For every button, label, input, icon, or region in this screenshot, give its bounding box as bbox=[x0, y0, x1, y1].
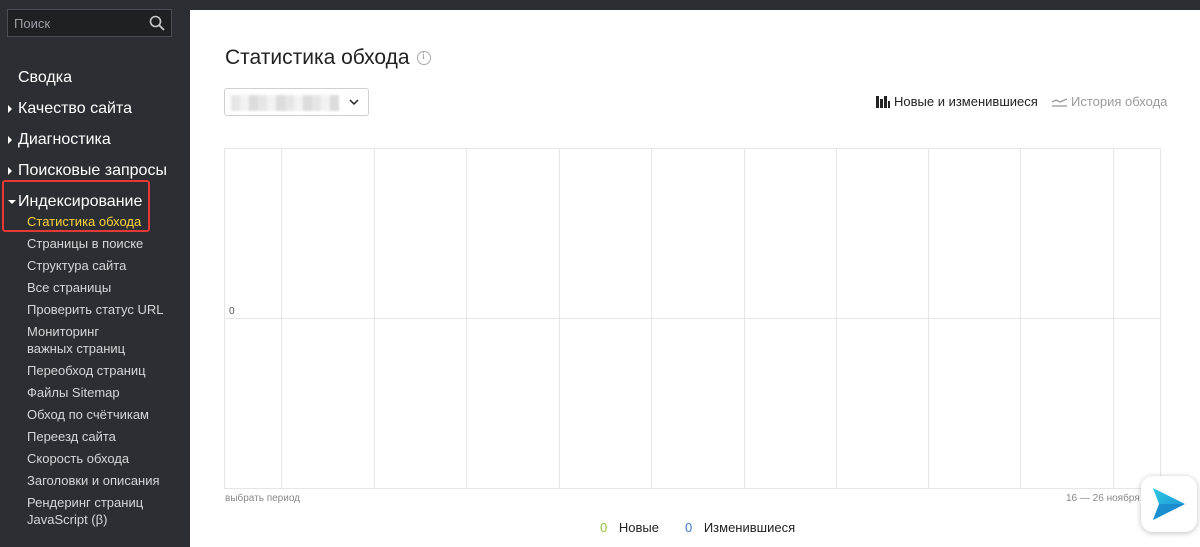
tab-label: История обхода bbox=[1071, 94, 1168, 109]
submenu-item-monitoring[interactable]: Мониторинг важных страниц bbox=[0, 321, 190, 357]
submenu-item-site-move[interactable]: Переезд сайта bbox=[0, 426, 190, 448]
submenu-item-all-pages[interactable]: Все страницы bbox=[0, 277, 190, 299]
submenu-item-label: Мониторинг bbox=[27, 324, 100, 339]
site-select[interactable] bbox=[224, 88, 369, 116]
y-axis-zero-label: 0 bbox=[229, 306, 235, 317]
tab-label: Новые и изменившиеся bbox=[894, 94, 1038, 109]
page-title: Статистика обхода bbox=[225, 46, 431, 70]
legend-new-label: Новые bbox=[618, 520, 659, 535]
line-chart-icon bbox=[1052, 97, 1067, 107]
caret-right-icon bbox=[8, 104, 12, 113]
info-icon[interactable] bbox=[416, 51, 431, 65]
sidebar-item-site-quality[interactable]: Качество сайта bbox=[0, 93, 190, 124]
legend-new-count: 0 bbox=[600, 520, 608, 535]
chat-widget-button[interactable] bbox=[1141, 476, 1197, 532]
sidebar-item-label: Качество сайта bbox=[18, 99, 132, 117]
chart-grid bbox=[224, 148, 1161, 489]
tab-new-and-changed[interactable]: Новые и изменившиеся bbox=[876, 94, 1038, 109]
submenu-item-pages-in-search[interactable]: Страницы в поиске bbox=[0, 233, 190, 255]
sidebar-item-label: Поисковые запросы bbox=[18, 161, 167, 179]
sidebar-item-diagnostics[interactable]: Диагностика bbox=[0, 124, 190, 155]
legend-item-new[interactable]: 0 Новые bbox=[600, 520, 659, 535]
indexing-submenu: Статистика обхода Страницы в поиске Стру… bbox=[0, 211, 190, 531]
sidebar-item-summary[interactable]: Сводка bbox=[0, 62, 190, 93]
page-title-text: Статистика обхода bbox=[225, 46, 410, 69]
submenu-item-label: JavaScript (β) bbox=[27, 512, 108, 527]
sidebar-item-label: Сводка bbox=[18, 68, 73, 86]
submenu-item-crawl-speed[interactable]: Скорость обхода bbox=[0, 448, 190, 470]
submenu-item-check-url[interactable]: Проверить статус URL bbox=[0, 299, 190, 321]
sidebar-item-label: Диагностика bbox=[18, 130, 111, 148]
search-box bbox=[7, 9, 172, 37]
sidebar: Сводка Качество сайта Диагностика Поиско… bbox=[0, 0, 190, 547]
legend-changed-count: 0 bbox=[684, 520, 693, 535]
submenu-item-crawl-stats[interactable]: Статистика обхода bbox=[0, 211, 190, 233]
select-period-link[interactable]: выбрать период bbox=[225, 493, 300, 504]
caret-right-icon bbox=[8, 166, 12, 175]
submenu-item-label: важных страниц bbox=[27, 341, 126, 356]
submenu-item-recrawl[interactable]: Переобход страниц bbox=[0, 357, 190, 382]
blurred-site-name bbox=[231, 95, 339, 111]
crawl-chart bbox=[224, 148, 1161, 489]
bar-chart-icon bbox=[876, 95, 890, 108]
submenu-item-counter-crawl[interactable]: Обход по счётчикам bbox=[0, 404, 190, 426]
chart-legend: 0 Новые 0 Изменившиеся bbox=[600, 520, 795, 535]
search-input[interactable] bbox=[8, 15, 143, 31]
submenu-item-label: Рендеринг страниц bbox=[27, 495, 144, 510]
legend-changed-label: Изменившиеся bbox=[703, 520, 796, 535]
main-panel: Статистика обхода Новые и изменившиеся И… bbox=[190, 10, 1200, 547]
chat-widget-icon bbox=[1153, 488, 1185, 520]
chevron-down-icon bbox=[349, 99, 359, 106]
submenu-item-site-structure[interactable]: Структура сайта bbox=[0, 255, 190, 277]
search-icon[interactable] bbox=[149, 15, 165, 31]
submenu-item-sitemap[interactable]: Файлы Sitemap bbox=[0, 382, 190, 404]
submenu-item-js-rendering[interactable]: Рендеринг страниц JavaScript (β) bbox=[0, 492, 190, 531]
legend-item-changed[interactable]: 0 Изменившиеся bbox=[685, 520, 795, 535]
tab-crawl-history[interactable]: История обхода bbox=[1052, 94, 1167, 109]
caret-right-icon bbox=[8, 135, 12, 144]
submenu-item-titles[interactable]: Заголовки и описания bbox=[0, 470, 190, 492]
